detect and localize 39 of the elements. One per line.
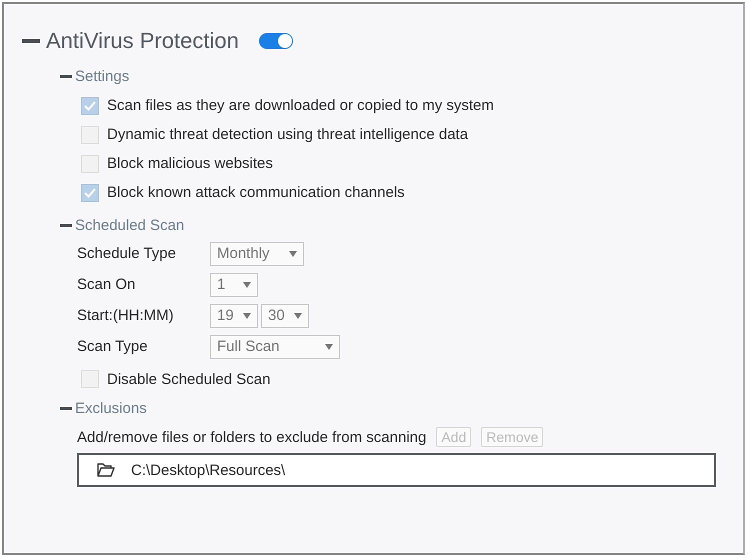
collapse-icon[interactable] (60, 407, 72, 410)
dropdown[interactable]: 1 (210, 272, 258, 296)
collapse-icon[interactable] (60, 75, 72, 78)
caret-icon (294, 312, 302, 318)
field-label: Start:(HH:MM) (77, 307, 175, 324)
dropdown[interactable]: Full Scan (210, 334, 340, 358)
option-label: Disable Scheduled Scan (107, 370, 270, 388)
checkbox[interactable] (81, 96, 99, 114)
dropdown[interactable]: Monthly (210, 242, 304, 266)
caret-icon (243, 312, 251, 318)
dropdown[interactable]: 19 (210, 304, 258, 328)
collapse-icon[interactable] (60, 224, 72, 227)
checkbox[interactable] (81, 370, 99, 388)
option-label: Block malicious websites (107, 155, 273, 172)
section-title: Settings (75, 68, 130, 85)
option-label: Dynamic threat detection using threat intelligence data (107, 126, 468, 143)
dropdown[interactable]: 30 (261, 304, 309, 328)
exclusion-list[interactable]: C:\Desktop\Resources\ (77, 453, 716, 487)
caret-icon (243, 282, 251, 288)
description-text: Add/remove files or folders to exclude from scanning (77, 428, 426, 446)
caret-icon (325, 344, 333, 350)
option-label: Block known attack communication channels (107, 184, 405, 201)
checkmark-icon (84, 188, 96, 198)
panel-title: AntiVirus Protection (46, 28, 239, 54)
collapse-icon[interactable] (22, 39, 40, 43)
folder-icon (97, 463, 115, 477)
field-label: Scan Type (77, 338, 149, 355)
checkmark-icon (84, 100, 96, 110)
field-label: Scan On (77, 276, 136, 293)
toggle-switch[interactable] (258, 33, 293, 49)
caret-icon (289, 250, 297, 256)
checkbox[interactable] (81, 126, 99, 144)
checkbox[interactable] (81, 154, 99, 172)
section-title: Scheduled Scan (75, 217, 184, 234)
file-path: C:\Desktop\Resources\ (131, 462, 286, 478)
field-label: Schedule Type (77, 245, 177, 262)
section-title: Exclusions (75, 400, 147, 417)
option-label: Scan files as they are downloaded or copied to my system (107, 97, 494, 114)
checkbox[interactable] (81, 184, 99, 202)
